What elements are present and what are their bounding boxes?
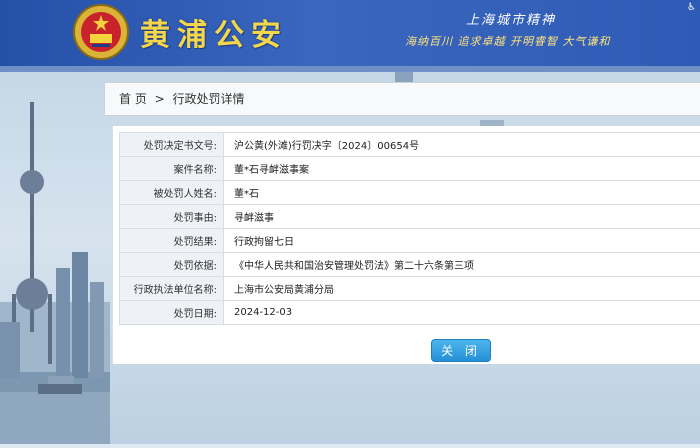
breadcrumb-separator: >: [155, 83, 165, 115]
row-value: 上海市公安局黄浦分局: [224, 277, 700, 301]
row-label: 处罚依据:: [120, 253, 224, 277]
table-row: 处罚日期: 2024-12-03: [120, 301, 700, 325]
row-label: 处罚事由:: [120, 205, 224, 229]
row-value: 2024-12-03: [224, 301, 700, 325]
breadcrumb: 首 页 > 行政处罚详情: [104, 82, 700, 116]
site-title: 黄浦公安: [140, 10, 288, 54]
row-label: 处罚日期:: [120, 301, 224, 325]
row-value: 寻衅滋事: [224, 205, 700, 229]
spirit-title: 上海城市精神: [466, 9, 556, 28]
breadcrumb-current: 行政处罚详情: [173, 83, 245, 115]
row-value: 《中华人民共和国治安管理处罚法》第二十六条第三项: [224, 253, 700, 277]
row-label: 行政执法单位名称:: [120, 277, 224, 301]
site-header: 黄浦公安 上海城市精神 海纳百川 追求卓越 开明睿智 大气谦和 ♿: [0, 0, 700, 66]
detail-panel: 处罚决定书文号: 沪公黄(外滩)行罚决字〔2024〕00654号 案件名称: 董…: [112, 126, 700, 364]
row-label: 案件名称:: [120, 157, 224, 181]
table-row: 处罚依据: 《中华人民共和国治安管理处罚法》第二十六条第三项: [120, 253, 700, 277]
row-value: 董*石: [224, 181, 700, 205]
police-emblem-icon: [72, 3, 130, 61]
row-label: 被处罚人姓名:: [120, 181, 224, 205]
close-button[interactable]: 关 闭: [431, 339, 491, 362]
table-row: 被处罚人姓名: 董*石: [120, 181, 700, 205]
table-row: 处罚决定书文号: 沪公黄(外滩)行罚决字〔2024〕00654号: [120, 133, 700, 157]
row-label: 处罚结果:: [120, 229, 224, 253]
table-row: 行政执法单位名称: 上海市公安局黄浦分局: [120, 277, 700, 301]
table-row: 案件名称: 董*石寻衅滋事案: [120, 157, 700, 181]
row-label: 处罚决定书文号:: [120, 133, 224, 157]
spirit-slogan: 海纳百川 追求卓越 开明睿智 大气谦和: [405, 33, 611, 49]
row-value: 行政拘留七日: [224, 229, 700, 253]
row-value: 董*石寻衅滋事案: [224, 157, 700, 181]
accessibility-icon[interactable]: ♿: [687, 2, 696, 13]
table-row: 处罚结果: 行政拘留七日: [120, 229, 700, 253]
breadcrumb-home-link[interactable]: 首 页: [119, 83, 147, 115]
table-row: 处罚事由: 寻衅滋事: [120, 205, 700, 229]
detail-table: 处罚决定书文号: 沪公黄(外滩)行罚决字〔2024〕00654号 案件名称: 董…: [119, 132, 700, 325]
row-value: 沪公黄(外滩)行罚决字〔2024〕00654号: [224, 133, 700, 157]
